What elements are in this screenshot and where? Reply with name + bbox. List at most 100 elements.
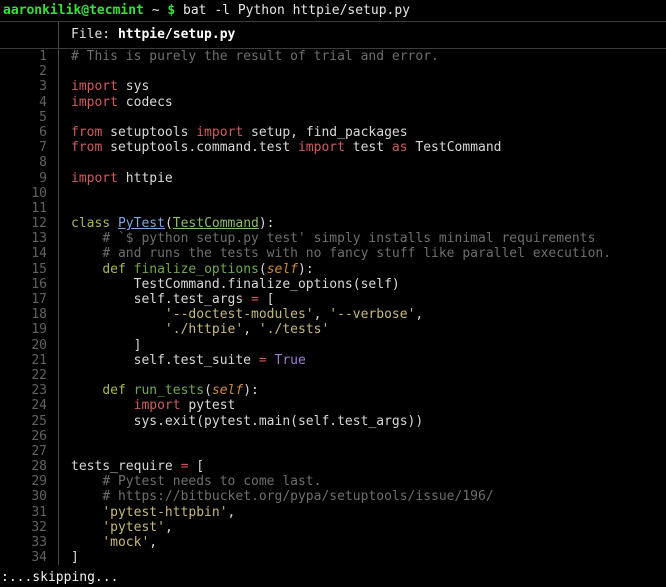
code-line: 24 import pytest [0, 398, 666, 413]
code-token-op: = [251, 292, 259, 307]
code-line-content: # `$ python setup.py test' simply instal… [59, 231, 666, 246]
code-token-plain: , [228, 505, 236, 520]
code-token-comment: # `$ python setup.py test' simply instal… [102, 231, 595, 246]
code-line: 19 './httpie', './tests' [0, 322, 666, 337]
line-number: 18 [0, 307, 59, 322]
file-label-space [110, 27, 118, 42]
line-number: 8 [0, 155, 59, 170]
code-line-content: import httpie [59, 171, 666, 186]
code-line: 9import httpie [0, 171, 666, 186]
code-line-content [59, 110, 666, 125]
code-token-str: 'mock' [102, 535, 149, 550]
code-line: 2 [0, 64, 666, 79]
line-number: 33 [0, 535, 59, 550]
code-line-content: class PyTest(TestCommand): [59, 216, 666, 231]
code-line-content: ] [59, 338, 666, 353]
code-token-comment: # and runs the tests with no fancy stuff… [102, 246, 611, 261]
code-token-cls: PyTest [118, 216, 165, 231]
code-token-plain: , [415, 307, 423, 322]
code-token-kw2: class [71, 216, 110, 231]
code-line-content: '--doctest-modules', '--verbose', [59, 307, 666, 322]
code-token-plain [126, 383, 134, 398]
code-token-plain: ( [204, 383, 212, 398]
code-line-content: 'pytest-httpbin', [59, 505, 666, 520]
code-token-plain: [ [259, 292, 275, 307]
code-token-plain [71, 505, 102, 520]
code-line: 14 # and runs the tests with no fancy st… [0, 246, 666, 261]
code-token-plain [71, 262, 102, 277]
code-line-content: import sys [59, 79, 666, 94]
code-token-plain: codecs [118, 95, 173, 110]
bat-header-gutter [0, 22, 59, 48]
code-line-content: from setuptools.command.test import test… [59, 140, 666, 155]
line-number: 6 [0, 125, 59, 140]
code-line: 18 '--doctest-modules', '--verbose', [0, 307, 666, 322]
code-line-content: 'pytest', [59, 520, 666, 535]
code-line: 30 # https://bitbucket.org/pypa/setuptoo… [0, 489, 666, 504]
code-token-fn: finalize_options [134, 262, 259, 277]
code-token-plain [71, 307, 165, 322]
code-token-fn: run_tests [134, 383, 204, 398]
code-token-self: self [267, 262, 298, 277]
line-number: 7 [0, 140, 59, 155]
code-line-content [59, 444, 666, 459]
line-number: 34 [0, 550, 59, 565]
code-token-plain: setup, find_packages [243, 125, 407, 140]
code-line-content: tests_require = [ [59, 459, 666, 474]
code-token-plain: , [314, 307, 330, 322]
code-line: 20 ] [0, 338, 666, 353]
code-token-plain [71, 231, 102, 246]
bat-header-content: File: httpie/setup.py [59, 22, 666, 48]
line-number: 15 [0, 262, 59, 277]
code-token-plain [71, 246, 102, 261]
code-token-kw: import [71, 171, 118, 186]
code-line: 27 [0, 444, 666, 459]
code-line-content: def run_tests(self): [59, 383, 666, 398]
code-token-kw: import [71, 79, 118, 94]
code-line: 33 'mock', [0, 535, 666, 550]
code-line: 15 def finalize_options(self): [0, 262, 666, 277]
bat-output-frame: File: httpie/setup.py 1# This is purely … [0, 21, 666, 565]
code-token-str: 'pytest-httpbin' [102, 505, 227, 520]
line-number: 5 [0, 110, 59, 125]
code-token-plain: sys [118, 79, 149, 94]
code-token-kw: import [71, 95, 118, 110]
line-number: 23 [0, 383, 59, 398]
line-number: 4 [0, 95, 59, 110]
code-token-plain: ] [71, 550, 79, 565]
code-line-content: 'mock', [59, 535, 666, 550]
line-number: 28 [0, 459, 59, 474]
code-token-plain: self.test_suite [71, 353, 259, 368]
code-line: 1# This is purely the result of trial an… [0, 49, 666, 64]
code-line: 25 sys.exit(pytest.main(self.test_args)) [0, 414, 666, 429]
line-number: 29 [0, 474, 59, 489]
line-number: 31 [0, 505, 59, 520]
code-token-plain: setuptools [102, 125, 196, 140]
code-line: 32 'pytest', [0, 520, 666, 535]
code-line: 31 'pytest-httpbin', [0, 505, 666, 520]
code-token-plain [267, 353, 275, 368]
code-line-content [59, 64, 666, 79]
code-token-plain: , [165, 520, 173, 535]
code-token-plain: TestCommand.finalize_options(self) [71, 277, 400, 292]
line-number: 3 [0, 79, 59, 94]
code-line: 11 [0, 201, 666, 216]
code-token-plain [71, 535, 102, 550]
code-line-content [59, 429, 666, 444]
code-token-plain: TestCommand [408, 140, 502, 155]
code-line-content: self.test_suite = True [59, 353, 666, 368]
code-token-kw: from [71, 125, 102, 140]
code-line: 4 import codecs [0, 95, 666, 110]
shell-prompt-line: aaronkilik@tecmint ~ $ bat -l Python htt… [0, 0, 666, 21]
line-number: 16 [0, 277, 59, 292]
code-token-op: = [259, 353, 267, 368]
code-token-plain: setuptools.command.test [102, 140, 298, 155]
code-line: 23 def run_tests(self): [0, 383, 666, 398]
line-number: 26 [0, 429, 59, 444]
code-token-plain [71, 398, 134, 413]
code-line-content: self.test_args = [ [59, 292, 666, 307]
code-line: 12class PyTest(TestCommand): [0, 216, 666, 231]
code-token-plain [71, 322, 165, 337]
code-line: 28tests_require = [ [0, 459, 666, 474]
code-token-plain: , [149, 535, 157, 550]
